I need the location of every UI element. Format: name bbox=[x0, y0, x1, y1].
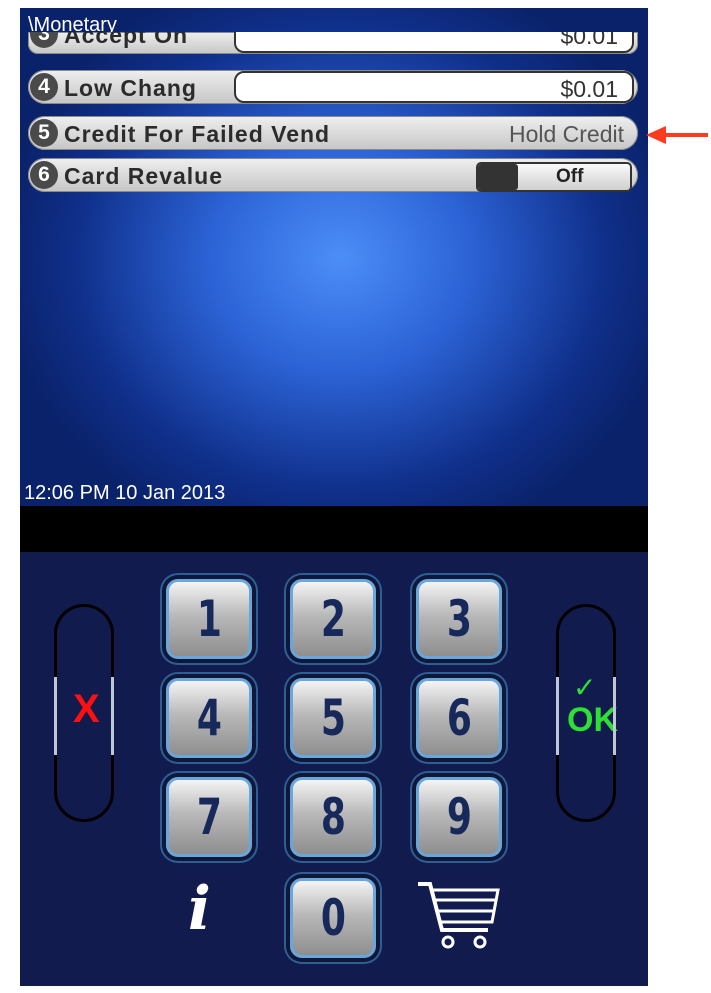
date-time: 12:06 PM 10 Jan 2013 bbox=[24, 482, 226, 504]
toggle-state: Off bbox=[556, 166, 584, 187]
menu-row-credit-failed-vend[interactable]: 5 Credit For Failed Vend Hold Credit bbox=[28, 116, 638, 150]
cancel-x-icon: X bbox=[73, 687, 100, 731]
menu-row-card-revalue[interactable]: 6 Card Revalue Off bbox=[28, 158, 638, 192]
key-3[interactable]: 3 bbox=[416, 579, 502, 659]
keypad: X ✓ OK 1 2 3 4 5 6 7 8 9 i 0 bbox=[20, 552, 648, 986]
key-4[interactable]: 4 bbox=[166, 678, 252, 758]
card-revalue-toggle[interactable]: Off bbox=[476, 162, 632, 192]
key-5[interactable]: 5 bbox=[290, 678, 376, 758]
key-label: 9 bbox=[446, 788, 472, 846]
cart-icon[interactable] bbox=[416, 878, 502, 954]
row-label: Card Revalue bbox=[64, 163, 224, 189]
key-1[interactable]: 1 bbox=[166, 579, 252, 659]
key-0[interactable]: 0 bbox=[290, 878, 376, 958]
key-9[interactable]: 9 bbox=[416, 777, 502, 857]
key-label: 8 bbox=[320, 788, 346, 846]
row-value: $0.01 bbox=[560, 76, 618, 102]
row-number: 4 bbox=[30, 73, 58, 101]
value-field[interactable]: $0.01 bbox=[234, 32, 634, 53]
toggle-knob bbox=[478, 164, 518, 190]
key-label: 1 bbox=[196, 590, 222, 648]
key-8[interactable]: 8 bbox=[290, 777, 376, 857]
ok-label: OK bbox=[567, 701, 618, 739]
row-number: 3 bbox=[30, 32, 58, 48]
key-label: 3 bbox=[446, 590, 472, 648]
row-label: Low Chang bbox=[64, 75, 197, 101]
info-icon[interactable]: i bbox=[188, 874, 211, 944]
annotation-arrow-icon bbox=[646, 126, 708, 144]
cancel-button[interactable]: X bbox=[54, 604, 114, 822]
row-number: 5 bbox=[30, 119, 58, 147]
menu-row-accept-on[interactable]: 3 Accept On $0.01 bbox=[28, 32, 638, 54]
vending-screen: \Monetary 3 Accept On $0.01 4 Low Chang … bbox=[20, 8, 648, 506]
key-label: 2 bbox=[320, 590, 346, 648]
key-label: 7 bbox=[196, 788, 222, 846]
ok-button[interactable]: ✓ OK bbox=[556, 604, 618, 822]
row-number: 6 bbox=[30, 161, 58, 189]
key-6[interactable]: 6 bbox=[416, 678, 502, 758]
row-label: Credit For Failed Vend bbox=[64, 121, 331, 147]
key-label: 0 bbox=[320, 889, 346, 947]
key-7[interactable]: 7 bbox=[166, 777, 252, 857]
status-bar bbox=[20, 506, 648, 552]
value-field[interactable]: $0.01 bbox=[234, 71, 634, 103]
check-icon: ✓ bbox=[573, 672, 597, 703]
key-2[interactable]: 2 bbox=[290, 579, 376, 659]
key-label: 6 bbox=[446, 689, 472, 747]
row-value: $0.01 bbox=[560, 32, 618, 49]
key-label: 5 bbox=[320, 689, 346, 747]
row-value: Hold Credit bbox=[508, 121, 624, 147]
menu-row-low-change[interactable]: 4 Low Chang $0.01 bbox=[28, 70, 638, 104]
row-label: Accept On bbox=[64, 32, 189, 48]
key-label: 4 bbox=[196, 689, 222, 747]
